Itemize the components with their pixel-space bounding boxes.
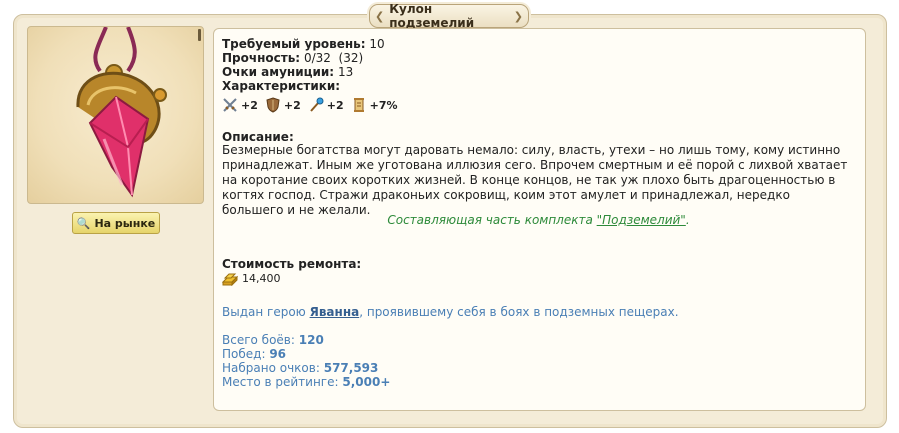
description-text: Безмерные богатства могут даровать немал… [222, 143, 848, 217]
stats-heading: Характеристики: [222, 79, 341, 93]
market-button[interactable]: 🔍 На рынке [72, 212, 160, 234]
required-level: Требуемый уровень: 10 [222, 37, 385, 51]
hero-link[interactable]: Яванна [310, 305, 360, 319]
magnifier-icon: 🔍 [76, 216, 91, 230]
title-ornament-icon: ❮ [375, 9, 385, 23]
issued-to: Выдан герою Яванна, проявившему себя в б… [222, 305, 679, 319]
market-button-label: На рынке [94, 216, 156, 230]
repair-cost-value: 14,400 [242, 272, 281, 285]
image-scroll-handle [198, 29, 201, 41]
gold-icon [222, 273, 238, 286]
stats-list: +2 +2 +2 +7% [222, 96, 402, 114]
repair-cost-heading: Стоимость ремонта: [222, 257, 362, 271]
title-ornament-icon: ❯ [513, 9, 523, 23]
stat-value: +2 [283, 98, 301, 112]
description-heading: Описание: [222, 130, 294, 144]
points-earned: Набрано очков: 577,593 [222, 361, 379, 375]
scroll-icon [353, 98, 364, 112]
rating-place: Место в рейтинге: 5,000+ [222, 375, 391, 389]
wand-icon [310, 97, 324, 112]
swords-icon [223, 98, 237, 112]
repair-cost: 14,400 [222, 272, 281, 286]
stat-value: +2 [241, 98, 258, 112]
item-image [27, 26, 204, 204]
durability: Прочность: 0/32 (32) [222, 51, 364, 65]
item-title: Кулон подземелий [389, 2, 475, 30]
ammo-points: Очки амуниции: 13 [222, 65, 354, 79]
title-plate: ❮ Кулон подземелий ❯ [369, 2, 529, 30]
total-battles: Всего боёв: 120 [222, 333, 324, 347]
stat-value: +7% [369, 98, 398, 112]
wins: Побед: 96 [222, 347, 287, 361]
set-info: Составляющая часть комплекта "Подземелий… [387, 213, 690, 227]
set-link[interactable]: "Подземелий" [597, 213, 686, 227]
pendant-icon [76, 27, 167, 198]
shield-icon [266, 97, 280, 113]
stat-value: +2 [326, 98, 344, 112]
